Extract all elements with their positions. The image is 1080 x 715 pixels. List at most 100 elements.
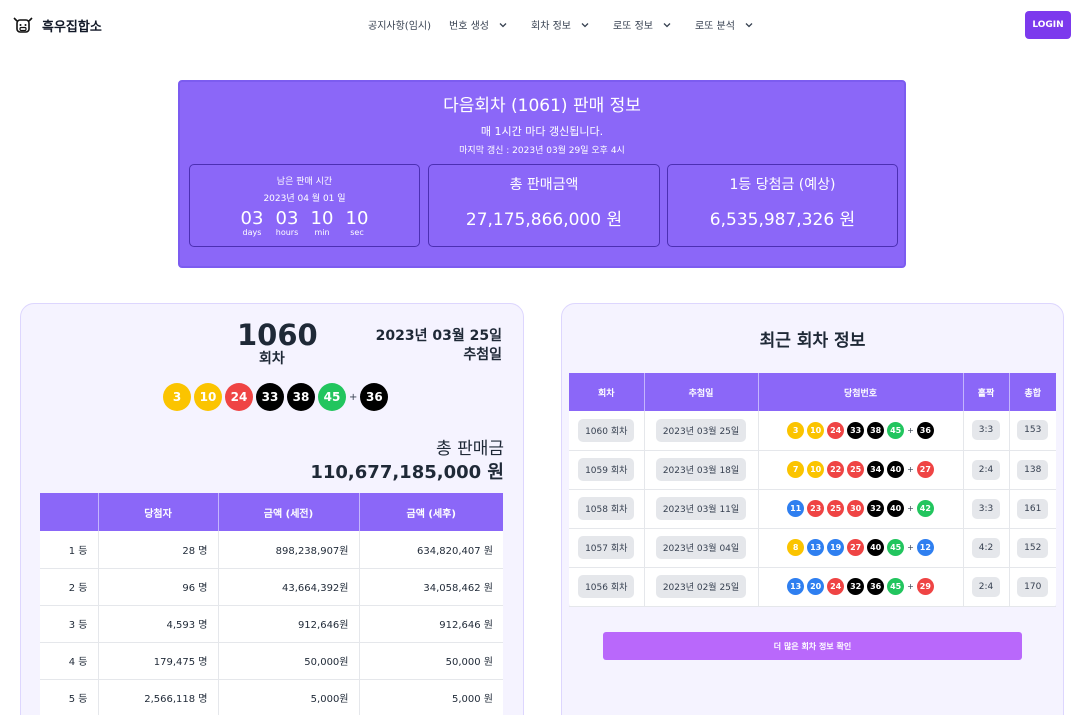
bonus-ball: 29: [916, 578, 934, 595]
round-badge: 1059 회차: [578, 458, 635, 481]
lotto-ball: 19: [827, 539, 845, 556]
menu-lotto-analysis-label: 로또 분석: [694, 21, 735, 32]
bonus-ball: 42: [916, 500, 934, 517]
bonus-plus-sign: +: [907, 465, 914, 474]
chevron-down-icon: [499, 22, 507, 27]
lotto-ball: 8: [787, 539, 805, 556]
menu-lotto-info[interactable]: 로또 정보: [613, 17, 671, 32]
recent-header-round: 회차: [569, 373, 645, 411]
recent-date-cell: 2023년 02월 25일: [644, 567, 759, 607]
table-row[interactable]: 1059 회차 2023년 03월 18일 7 10 22 25 34 40 +27 2:4 138: [569, 450, 1056, 490]
table-row[interactable]: 1060 회차 2023년 03월 25일 3 10 24 33 38 45 +36 3:3 153: [569, 411, 1056, 451]
first-prize-box: 1등 당첨금 (예상) 6,535,987,326 원: [667, 164, 898, 247]
recent-round-cell: 1060 회차: [569, 411, 645, 451]
prize-winners: 4,593 명: [98, 605, 219, 643]
lotto-ball: 40: [867, 539, 885, 556]
bonus-plus-sign: +: [349, 391, 358, 403]
table-row[interactable]: 1058 회차 2023년 03월 11일 11 23 25 30 32 40 +42 3:3 16…: [569, 489, 1056, 529]
lotto-ball: 27: [847, 539, 865, 556]
total-sales-box: 총 판매금액 27,175,866,000 원: [428, 164, 660, 247]
recent-round-cell: 1057 회차: [569, 528, 645, 568]
prize-pretax: 898,238,907원: [218, 531, 360, 569]
menu-lotto-analysis[interactable]: 로또 분석: [695, 17, 753, 32]
bonus-ball: 36: [916, 421, 934, 439]
recent-date-cell: 2023년 03월 11일: [644, 489, 759, 529]
recent-oddeven-cell: 3:3: [963, 411, 1010, 451]
oddeven-badge: 4:2: [971, 537, 1001, 558]
prize-aftertax: 34,058,462 원: [359, 568, 503, 606]
countdown-min: 10 min: [309, 208, 336, 237]
winning-numbers: 13 20 24 32 36 45 +29: [759, 578, 963, 595]
prize-pretax: 50,000원: [218, 642, 360, 680]
bonus-plus-sign: +: [907, 543, 914, 552]
brand-name: 흑우집합소: [42, 19, 102, 35]
recent-header-numbers: 당첨번호: [758, 373, 964, 411]
menu-notice[interactable]: 공지사항(임시): [368, 17, 431, 32]
lotto-ball: 22: [827, 461, 845, 478]
sales-end-date: 2023년 04 월 01 일: [263, 194, 346, 204]
more-rounds-button[interactable]: 더 많은 회차 정보 확인: [603, 632, 1022, 660]
lotto-ball: 10: [807, 421, 825, 439]
lotto-ball: 32: [867, 500, 885, 517]
bonus-ball: 12: [916, 539, 934, 556]
lotto-ball: 23: [807, 500, 825, 517]
login-button[interactable]: LOGIN: [1025, 11, 1071, 39]
lotto-ball: 45: [887, 421, 905, 439]
countdown-sec: 10 sec: [344, 208, 371, 237]
menu-round-info[interactable]: 회차 정보: [531, 17, 589, 32]
prize-winners: 2,566,118 명: [98, 679, 219, 715]
sum-badge: 138: [1017, 459, 1049, 480]
lotto-ball: 33: [256, 383, 284, 411]
lotto-ball: 3: [163, 383, 191, 411]
sales-refresh-note: 매 1시간 마다 갱신됩니다.: [480, 125, 604, 138]
recent-numbers-cell: 7 10 22 25 34 40 +27: [758, 450, 964, 490]
menu-number-generate[interactable]: 번호 생성: [449, 17, 507, 32]
main-menu: 공지사항(임시) 번호 생성 회차 정보 로또 정보 로또 분석: [368, 17, 777, 32]
lotto-ball: 45: [887, 539, 905, 556]
table-row: 3 등 4,593 명 912,646원 912,646 원: [40, 605, 503, 643]
countdown-hours-label: hours: [275, 228, 299, 237]
countdown-days-label: days: [242, 228, 262, 237]
winning-numbers: 3 10 24 33 38 45 +36: [759, 421, 963, 439]
recent-numbers-cell: 3 10 24 33 38 45 +36: [758, 411, 964, 451]
table-row: 4 등 179,475 명 50,000원 50,000 원: [40, 642, 503, 680]
chevron-down-icon: [663, 22, 671, 27]
lotto-ball: 45: [318, 383, 346, 411]
date-badge: 2023년 02월 25일: [655, 575, 747, 598]
sales-last-updated: 마지막 갱신 : 2023년 03월 29일 오후 4시: [459, 146, 625, 156]
lotto-ball: 25: [827, 500, 845, 517]
prize-winners: 96 명: [98, 568, 219, 606]
countdown-hours: 03 hours: [274, 208, 301, 237]
menu-number-generate-label: 번호 생성: [449, 21, 489, 32]
prize-pretax: 5,000원: [218, 679, 360, 715]
lotto-ball: 24: [827, 578, 845, 595]
winning-numbers: 8 13 19 27 40 45 +12: [759, 539, 963, 556]
lotto-ball: 38: [287, 383, 315, 411]
sum-badge: 153: [1017, 420, 1049, 441]
chevron-down-icon: [745, 22, 753, 27]
recent-sum-cell: 153: [1009, 411, 1056, 451]
table-row[interactable]: 1056 회차 2023년 02월 25일 13 20 24 32 36 45 +29 2:4 17…: [569, 567, 1056, 607]
menu-lotto-info-label: 로또 정보: [612, 21, 653, 32]
oddeven-badge: 3:3: [971, 420, 1001, 441]
bonus-plus-sign: +: [907, 504, 914, 513]
table-row: 1 등 28 명 898,238,907원 634,820,407 원: [40, 531, 503, 569]
table-row[interactable]: 1057 회차 2023년 03월 04일 8 13 19 27 40 45 +12 4:2 152: [569, 528, 1056, 568]
lotto-ball: 20: [807, 578, 825, 595]
prize-header-aftertax: 금액 (세후): [359, 493, 503, 531]
lotto-ball: 25: [847, 461, 865, 478]
recent-oddeven-cell: 2:4: [963, 567, 1010, 607]
prize-rank: 4 등: [40, 642, 99, 680]
prize-table: 당첨자 금액 (세전) 금액 (세후) 1 등 28 명 898,238,907원 6…: [40, 493, 503, 715]
sum-badge: 161: [1017, 498, 1049, 519]
oddeven-badge: 3:3: [971, 498, 1001, 519]
prize-rank: 2 등: [40, 568, 99, 606]
recent-header-date: 추첨일: [644, 373, 759, 411]
bonus-ball: 27: [916, 461, 934, 478]
bonus-plus-sign: +: [907, 425, 914, 435]
remaining-time-label: 남은 판매 시간: [276, 177, 333, 187]
recent-date-cell: 2023년 03월 25일: [644, 411, 759, 451]
brand-logo[interactable]: 흑우집합소: [12, 15, 102, 35]
prize-pretax: 912,646원: [218, 605, 360, 643]
lotto-ball: 33: [847, 421, 865, 439]
